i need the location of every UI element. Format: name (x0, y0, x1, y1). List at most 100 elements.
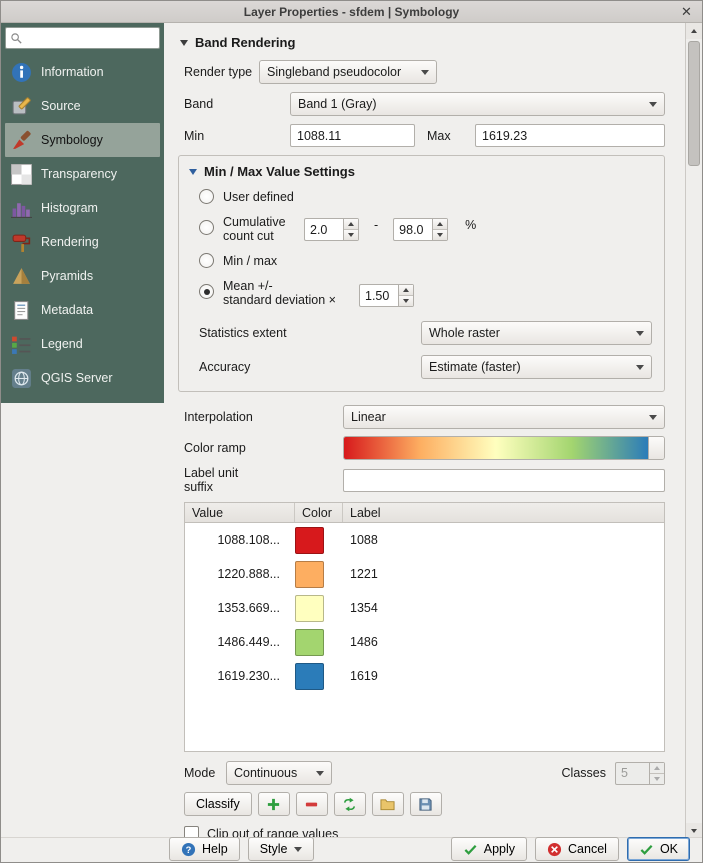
color-classes-table[interactable]: Value Color Label 1088.108... 1088 1220.… (184, 502, 665, 752)
min-max-label: Min / max (223, 253, 277, 268)
min-max-section-header[interactable]: Min / Max Value Settings (189, 164, 652, 179)
sidebar-item-histogram[interactable]: Histogram (5, 191, 160, 225)
sidebar-item-label: Metadata (41, 303, 93, 317)
invert-ramp-button[interactable] (334, 792, 366, 816)
legend-icon (11, 334, 32, 355)
render-type-value: Singleband pseudocolor (267, 65, 401, 79)
row-label: 1221 (343, 567, 664, 581)
cumulative-low-spinner[interactable]: 2.0 (304, 218, 359, 241)
table-row[interactable]: 1353.669... 1354 (185, 591, 664, 625)
table-row[interactable]: 1486.449... 1486 (185, 625, 664, 659)
label-unit-suffix-label: Label unit suffix (184, 466, 343, 494)
color-swatch[interactable] (295, 663, 324, 690)
cumulative-low-value: 2.0 (305, 219, 343, 240)
add-class-button[interactable] (258, 792, 290, 816)
sidebar-item-symbology[interactable]: Symbology (5, 123, 160, 157)
cumulative-count-cut-radio[interactable] (199, 220, 214, 235)
statistics-extent-select[interactable]: Whole raster (421, 321, 652, 345)
qgis-server-icon (11, 368, 32, 389)
sidebar-item-transparency[interactable]: Transparency (5, 157, 160, 191)
classes-label: Classes (562, 766, 606, 780)
label-unit-suffix-input[interactable] (343, 469, 665, 492)
sidebar-item-source[interactable]: Source (5, 89, 160, 123)
load-color-map-button[interactable] (372, 792, 404, 816)
min-max-radio[interactable] (199, 253, 214, 268)
band-value: Band 1 (Gray) (298, 97, 377, 111)
band-rendering-section-header[interactable]: Band Rendering (180, 35, 665, 50)
spin-up-icon[interactable] (399, 285, 413, 296)
sidebar-item-metadata[interactable]: Metadata (5, 293, 160, 327)
table-row[interactable]: 1619.230... 1619 (185, 659, 664, 693)
sidebar-item-legend[interactable]: Legend (5, 327, 160, 361)
spin-up-icon[interactable] (433, 219, 447, 230)
mode-select[interactable]: Continuous (226, 761, 332, 785)
ok-button-label: OK (660, 842, 678, 856)
color-swatch[interactable] (295, 527, 324, 554)
render-type-select[interactable]: Singleband pseudocolor (259, 60, 437, 84)
swap-arrows-icon (342, 797, 357, 812)
apply-check-icon (463, 842, 478, 857)
interpolation-select[interactable]: Linear (343, 405, 665, 429)
spin-down-icon[interactable] (433, 230, 447, 240)
chevron-down-icon (294, 847, 302, 852)
spin-down-icon[interactable] (344, 230, 358, 240)
scroll-up-button[interactable] (686, 23, 702, 39)
color-swatch[interactable] (295, 561, 324, 588)
color-ramp-dropdown[interactable] (648, 437, 664, 459)
label-column-header[interactable]: Label (343, 503, 664, 522)
classes-value: 5 (616, 763, 649, 784)
std-dev-spinner[interactable]: 1.50 (359, 284, 414, 307)
sidebar-item-qgis-server[interactable]: QGIS Server (5, 361, 160, 395)
band-select[interactable]: Band 1 (Gray) (290, 92, 665, 116)
mean-std-radio[interactable] (199, 284, 214, 299)
max-input[interactable]: 1619.23 (475, 124, 665, 147)
spin-down-icon[interactable] (399, 296, 413, 306)
remove-class-button[interactable] (296, 792, 328, 816)
close-window-icon[interactable]: ✕ (678, 3, 695, 20)
max-value: 1619.23 (482, 129, 527, 143)
color-swatch[interactable] (295, 595, 324, 622)
symbology-panel: Band Rendering Render type Singleband ps… (164, 23, 687, 839)
svg-text:?: ? (186, 844, 192, 854)
classify-button[interactable]: Classify (184, 792, 252, 816)
sidebar-item-rendering[interactable]: Rendering (5, 225, 160, 259)
style-menu-button[interactable]: Style (248, 837, 314, 861)
scrollbar-track[interactable] (686, 39, 702, 823)
accuracy-value: Estimate (faster) (429, 360, 521, 374)
value-column-header[interactable]: Value (185, 503, 295, 522)
spin-up-icon[interactable] (344, 219, 358, 230)
sidebar-item-label: Source (41, 99, 81, 113)
save-color-map-button[interactable] (410, 792, 442, 816)
dialog-footer: ? Help Style Apply Cancel OK (1, 837, 702, 862)
color-ramp-preview (344, 437, 648, 459)
row-label: 1486 (343, 635, 664, 649)
sidebar-item-information[interactable]: Information (5, 55, 160, 89)
table-row[interactable]: 1220.888... 1221 (185, 557, 664, 591)
titlebar[interactable]: Layer Properties - sfdem | Symbology ✕ (1, 1, 702, 23)
help-button[interactable]: ? Help (169, 837, 240, 861)
ok-button[interactable]: OK (627, 837, 690, 861)
apply-button[interactable]: Apply (451, 837, 527, 861)
color-ramp-select[interactable] (343, 436, 665, 460)
cancel-button[interactable]: Cancel (535, 837, 619, 861)
accuracy-select[interactable]: Estimate (faster) (421, 355, 652, 379)
pyramids-icon (11, 266, 32, 287)
section-title: Min / Max Value Settings (204, 164, 355, 179)
scrollbar-thumb[interactable] (688, 41, 700, 166)
search-input[interactable] (23, 29, 155, 47)
row-label: 1088 (343, 533, 664, 547)
color-swatch[interactable] (295, 629, 324, 656)
minus-icon (304, 797, 319, 812)
table-row[interactable]: 1088.108... 1088 (185, 523, 664, 557)
min-max-settings-group: Min / Max Value Settings User defined Cu… (178, 155, 665, 392)
color-column-header[interactable]: Color (295, 503, 343, 522)
min-input[interactable]: 1088.11 (290, 124, 415, 147)
vertical-scrollbar[interactable] (685, 23, 702, 839)
sidebar-item-label: Symbology (41, 133, 103, 147)
cumulative-high-spinner[interactable]: 98.0 (393, 218, 448, 241)
sidebar-item-label: Information (41, 65, 104, 79)
information-icon (11, 62, 32, 83)
sidebar-search[interactable] (5, 27, 160, 49)
sidebar-item-pyramids[interactable]: Pyramids (5, 259, 160, 293)
user-defined-radio[interactable] (199, 189, 214, 204)
